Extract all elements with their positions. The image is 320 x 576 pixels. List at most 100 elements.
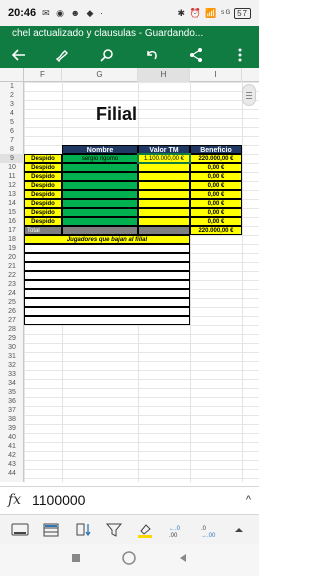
row-header[interactable]: 23 [0,280,24,289]
jugadores-row[interactable] [24,307,190,316]
total-beneficio[interactable]: 220.000,00 € [190,226,242,235]
search-icon[interactable] [96,44,118,66]
increase-decimal-icon[interactable]: .0 →.00 [196,518,220,542]
column-header-f[interactable]: F [24,68,62,82]
beneficio-cell[interactable]: 0,00 € [190,208,242,217]
despido-cell[interactable]: Despido [24,217,62,226]
total-blank-g[interactable] [62,226,138,235]
decrease-decimal-icon[interactable]: ←.0.00 [164,518,188,542]
more-commands-icon[interactable] [227,518,251,542]
player-name-cell[interactable] [62,172,138,181]
row-header[interactable]: 33 [0,370,24,379]
back-icon[interactable] [177,551,189,569]
formula-input[interactable]: 1100000 [32,492,246,508]
row-header[interactable]: 2 [0,91,24,100]
player-name-cell[interactable] [62,199,138,208]
row-header[interactable]: 31 [0,352,24,361]
row-header[interactable]: 15 [0,208,24,217]
row-header[interactable]: 38 [0,415,24,424]
beneficio-cell[interactable]: 0,00 € [190,199,242,208]
despido-cell[interactable]: Despido [24,181,62,190]
row-header[interactable]: 26 [0,307,24,316]
back-arrow-icon[interactable] [8,44,30,66]
filter-icon[interactable] [102,518,126,542]
active-cell-selection[interactable] [137,153,191,164]
row-header[interactable]: 39 [0,424,24,433]
header-nombre[interactable]: Nombre [62,145,138,154]
row-header[interactable]: 6 [0,127,24,136]
row-header[interactable]: 25 [0,298,24,307]
player-name-cell[interactable] [62,217,138,226]
sort-icon[interactable] [71,518,95,542]
despido-cell[interactable]: Despido [24,154,62,163]
expand-formula-icon[interactable]: ^ [246,494,251,506]
row-header[interactable]: 19 [0,244,24,253]
row-header[interactable]: 8 [0,145,24,154]
valor-tm-cell[interactable] [138,181,190,190]
player-name-cell[interactable] [62,190,138,199]
player-name-cell[interactable] [62,181,138,190]
player-name-cell[interactable] [62,208,138,217]
column-header-g[interactable]: G [62,68,138,82]
row-header[interactable]: 13 [0,190,24,199]
valor-tm-cell[interactable] [138,163,190,172]
beneficio-cell[interactable]: 0,00 € [190,190,242,199]
despido-cell[interactable]: Despido [24,190,62,199]
jugadores-row[interactable] [24,298,190,307]
row-header[interactable]: 17 [0,226,24,235]
row-header[interactable]: 16 [0,217,24,226]
valor-tm-cell[interactable] [138,217,190,226]
share-icon[interactable] [185,44,207,66]
column-header-h[interactable]: H [138,68,190,82]
ink-pen-icon[interactable] [52,44,74,66]
row-header[interactable]: 29 [0,334,24,343]
row-header[interactable]: 11 [0,172,24,181]
row-header[interactable]: 10 [0,163,24,172]
jugadores-row[interactable] [24,289,190,298]
beneficio-cell[interactable]: 220.000,00 € [190,154,242,163]
row-header[interactable]: 27 [0,316,24,325]
row-header[interactable]: 21 [0,262,24,271]
valor-tm-cell[interactable] [138,172,190,181]
despido-cell[interactable]: Despido [24,163,62,172]
row-header[interactable]: 5 [0,118,24,127]
header-beneficio[interactable]: Beneficio [190,145,242,154]
beneficio-cell[interactable]: 0,00 € [190,163,242,172]
fill-color-icon[interactable] [133,518,157,542]
keyboard-toggle-icon[interactable] [8,518,32,542]
row-header[interactable]: 1 [0,82,24,91]
row-header[interactable]: 37 [0,406,24,415]
format-cells-icon[interactable] [39,518,63,542]
row-header[interactable]: 34 [0,379,24,388]
row-header[interactable]: 41 [0,442,24,451]
player-name-cell[interactable] [62,163,138,172]
row-header[interactable]: 12 [0,181,24,190]
row-header[interactable]: 24 [0,289,24,298]
valor-tm-cell[interactable] [138,208,190,217]
recent-apps-icon[interactable] [70,551,82,569]
row-header[interactable]: 32 [0,361,24,370]
fx-icon[interactable]: fx [8,492,32,508]
jugadores-row[interactable] [24,316,190,325]
row-header[interactable]: 43 [0,460,24,469]
row-header[interactable]: 42 [0,451,24,460]
beneficio-cell[interactable]: 0,00 € [190,217,242,226]
total-label[interactable]: Total [24,226,62,235]
row-header[interactable]: 44 [0,469,24,478]
row-header[interactable]: 35 [0,388,24,397]
column-header-i[interactable]: I [190,68,242,82]
row-header[interactable]: 22 [0,271,24,280]
beneficio-cell[interactable]: 0,00 € [190,172,242,181]
scroll-handle[interactable] [242,84,256,106]
row-header[interactable]: 4 [0,109,24,118]
select-all-corner[interactable] [0,68,24,82]
row-header[interactable]: 36 [0,397,24,406]
home-icon[interactable] [122,550,137,570]
valor-tm-cell[interactable] [138,199,190,208]
jugadores-row[interactable] [24,280,190,289]
total-blank-h[interactable] [138,226,190,235]
jugadores-row[interactable] [24,262,190,271]
despido-cell[interactable]: Despido [24,172,62,181]
valor-tm-cell[interactable] [138,190,190,199]
row-header[interactable]: 7 [0,136,24,145]
